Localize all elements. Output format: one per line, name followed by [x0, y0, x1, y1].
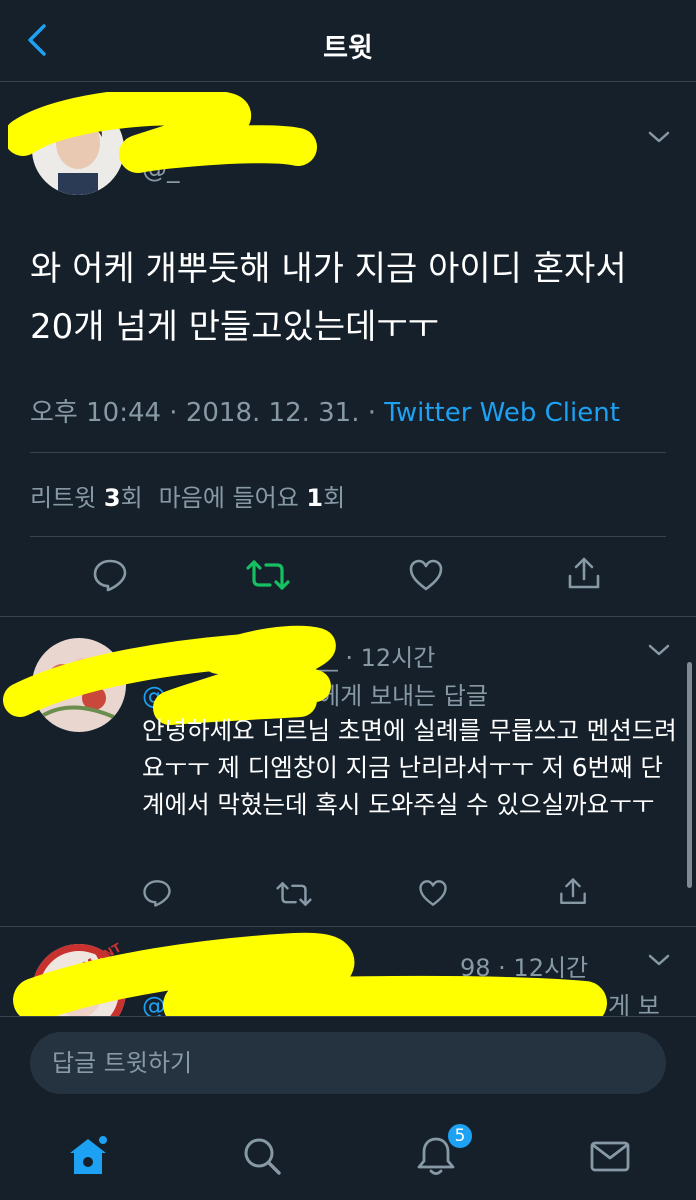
- divider: [30, 536, 666, 537]
- tweet-options-chevron-icon[interactable]: [647, 129, 671, 145]
- reply-icon[interactable]: [142, 878, 172, 908]
- like-heart-icon[interactable]: [418, 878, 448, 908]
- reply-compose-input[interactable]: [30, 1032, 666, 1094]
- tweet-stats: 리트윗 3회 마음에 들어요 1회: [30, 478, 345, 513]
- retweet-stat-label: 리트윗: [30, 484, 104, 512]
- notification-count-badge: 5: [446, 1122, 474, 1150]
- reply-timestamp: · 12시간: [337, 644, 436, 672]
- page-title: 트윗: [323, 33, 373, 64]
- like-heart-icon[interactable]: [408, 558, 444, 592]
- like-count: 1: [306, 484, 324, 512]
- like-unit: 회: [323, 484, 346, 512]
- bottom-nav: [0, 1114, 696, 1200]
- redaction-mark: [8, 92, 317, 173]
- reply-options-chevron-icon[interactable]: [647, 952, 671, 968]
- retweet-icon[interactable]: [246, 558, 290, 592]
- messages-envelope-icon[interactable]: [588, 1134, 632, 1178]
- retweet-stat[interactable]: 리트윗 3회: [30, 484, 143, 512]
- search-icon[interactable]: [240, 1134, 284, 1178]
- divider: [0, 616, 696, 617]
- tweet-meta: 오후 10:44 · 2018. 12. 31. · Twitter Web C…: [30, 392, 620, 429]
- retweet-icon[interactable]: [276, 880, 312, 908]
- share-icon[interactable]: [558, 876, 588, 908]
- scrollbar[interactable]: [687, 662, 692, 888]
- tweet-client-link[interactable]: Twitter Web Client: [384, 398, 620, 428]
- retweet-count: 3: [103, 484, 121, 512]
- divider: [30, 452, 666, 453]
- tweet-timestamp: 오후 10:44 · 2018. 12. 31. ·: [30, 398, 385, 428]
- top-bar: 트윗: [0, 0, 696, 82]
- reply-options-chevron-icon[interactable]: [647, 642, 671, 658]
- reply-text: 안녕하세요 너르님 초면에 실례를 무릅쓰고 멘션드려요ㅜㅜ 제 디엠창이 지금…: [142, 716, 677, 819]
- reply-compose-field[interactable]: [30, 1032, 666, 1094]
- home-icon[interactable]: [66, 1134, 110, 1178]
- like-stat[interactable]: 마음에 들어요 1회: [159, 484, 346, 512]
- tweet-text: 와 어케 개뿌듯해 내가 지금 아이디 혼자서 20개 넘게 만들고있는데ㅜㅜ: [30, 249, 627, 347]
- retweet-unit: 회: [120, 484, 143, 512]
- reply-icon[interactable]: [92, 558, 128, 592]
- share-icon[interactable]: [566, 556, 602, 592]
- like-stat-label: 마음에 들어요: [158, 484, 307, 512]
